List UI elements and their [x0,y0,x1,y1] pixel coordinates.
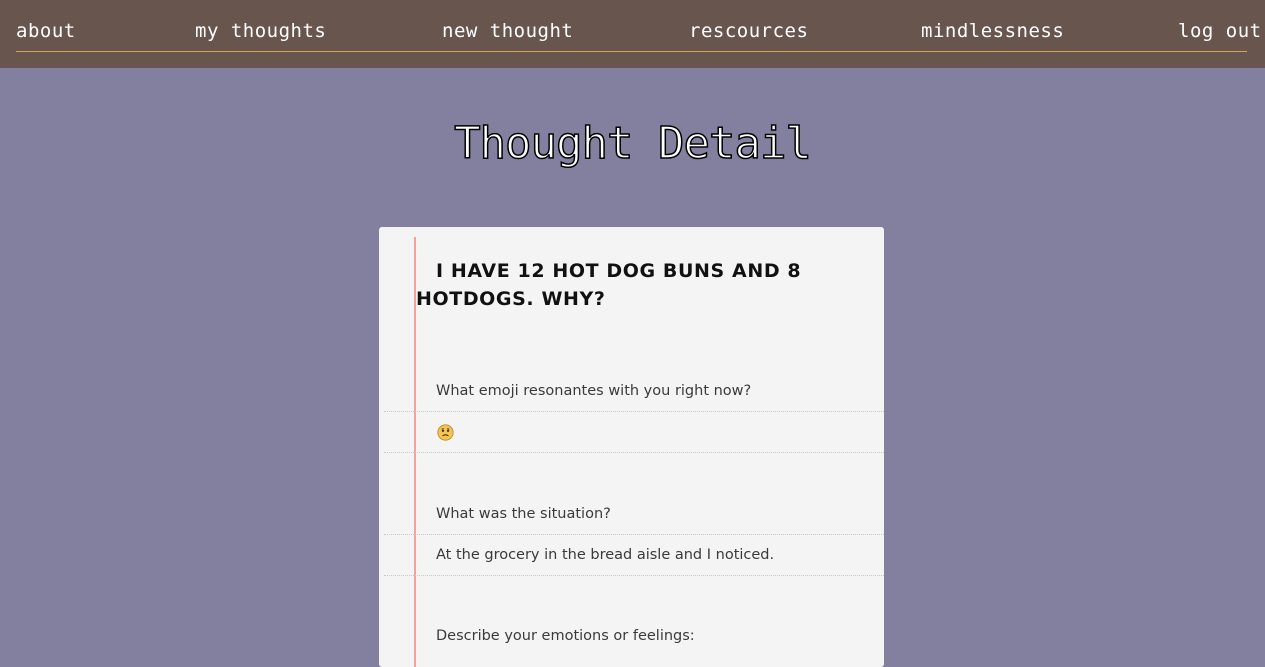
question-prompt-row: What emoji resonantes with you right now… [384,371,884,412]
answer-text: At the grocery in the bread aisle and I … [436,547,775,563]
top-navigation-bar: about my thoughts new thought rescources… [0,0,1265,68]
thought-title: I have 12 hot dog buns and 8 hotdogs. Wh… [416,260,802,310]
page-title: Thought Detail [453,117,812,170]
answer-row [384,412,884,453]
nav-link-mindlessness[interactable]: mindlessness [921,20,1064,42]
nav-link-new-thought[interactable]: new thought [442,20,573,42]
question-prompt: What emoji resonantes with you right now… [436,383,752,399]
question-prompt-row: What was the situation? [384,494,884,535]
question-prompt: Describe your emotions or feelings: [436,628,695,644]
thought-detail-card: I have 12 hot dog buns and 8 hotdogs. Wh… [379,227,884,667]
nav-link-resources[interactable]: rescources [689,20,808,42]
worried-face-emoji-icon [437,424,454,441]
nav-link-about[interactable]: about [16,20,76,42]
question-prompt: What was the situation? [436,506,611,522]
nav-link-my-thoughts[interactable]: my thoughts [195,20,326,42]
main-nav: about my thoughts new thought rescources… [16,0,1261,52]
answer-row: At the grocery in the bread aisle and I … [384,535,884,576]
question-prompt-row: Describe your emotions or feelings: [384,616,884,656]
nav-link-log-out[interactable]: log out [1178,20,1262,42]
